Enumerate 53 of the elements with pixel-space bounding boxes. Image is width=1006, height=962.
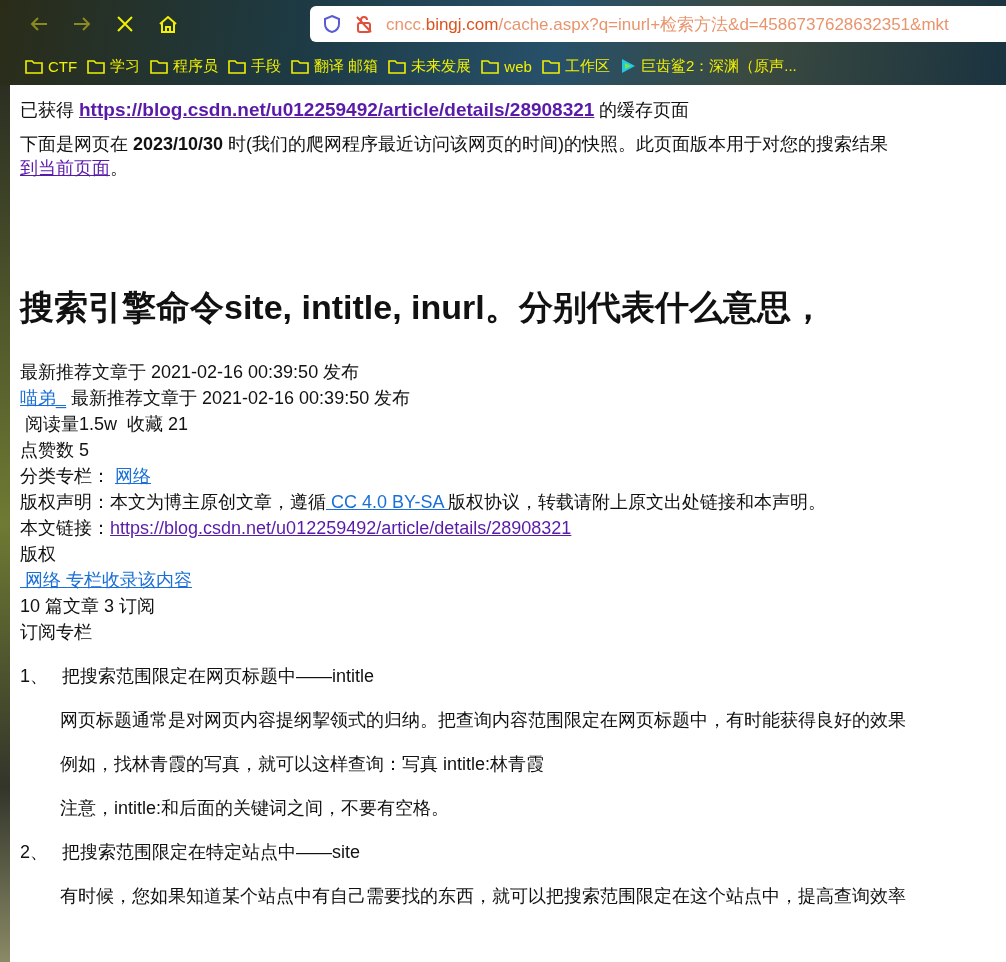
body-paragraph: 注意，intitle:和后面的关键词之间，不要有空格。: [60, 797, 451, 820]
folder-icon: [25, 58, 43, 74]
body-paragraph: 例如，找林青霞的写真，就可以这样查询：写真 intitle:林青霞: [60, 753, 546, 776]
meta-text: 点赞数 5: [20, 440, 89, 460]
bookmark-item[interactable]: 手段: [228, 56, 282, 76]
shield-icon: [322, 14, 342, 34]
bookmark-item[interactable]: web: [481, 57, 532, 75]
folder-icon: [291, 58, 310, 74]
section-number: 2、: [20, 841, 48, 864]
bookmark-item[interactable]: CTF: [25, 57, 78, 75]
period-text: 。: [110, 158, 128, 178]
meta-text: 订阅专栏: [20, 622, 92, 642]
snapshot-notice: 下面是网页在 2023/10/30 时(我们的爬网程序最近访问该网页的时间)的快照。此页面版本用于对您的搜索结果: [20, 133, 890, 156]
meta-text: 阅读量1.5w 收藏 21: [24, 414, 189, 434]
body-paragraph: 有时候，您如果知道某个站点中有自己需要找的东西，就可以把搜索范围限定在这个站点中，提高查询效率: [60, 885, 907, 908]
play-icon: [619, 58, 636, 74]
meta-text: 本文链接：: [20, 518, 110, 538]
meta-text: 版权协议，转载请附上原文出处链接和本声明。: [448, 492, 827, 512]
folder-icon: [541, 58, 560, 74]
body-paragraph: 网页标题通常是对网页内容提纲挈领式的归纳。把查询内容范围限定在网页标题中，有时能获得良好的效果: [60, 709, 907, 732]
meta-text: 分类专栏：: [20, 466, 111, 486]
address-bar[interactable]: cncc.bingj.com/cache.aspx?q=inurl+检索方法&d=4586737628632351&mkt: [310, 6, 1006, 42]
lock-crossed-icon: [354, 14, 374, 34]
folder-icon: [228, 58, 247, 74]
bookmark-item[interactable]: 程序员: [150, 56, 219, 76]
folder-icon: [87, 58, 106, 74]
meta-link[interactable]: 喵弟_: [20, 388, 66, 408]
bookmark-item[interactable]: 翻译 邮箱: [291, 56, 379, 76]
folder-icon: [481, 58, 500, 74]
current-page-link[interactable]: 到当前页面: [20, 158, 110, 178]
home-icon[interactable]: [157, 13, 179, 35]
bookmark-item[interactable]: 未来发展: [388, 56, 472, 76]
section-number: 1、: [20, 665, 48, 688]
meta-text: 最新推荐文章于 2021-02-16 00:39:50 发布: [20, 362, 360, 382]
section-heading: 把搜索范围限定在特定站点中——site: [62, 841, 361, 864]
meta-text: 版权声明：本文为博主原创文章，遵循: [20, 492, 326, 512]
meta-link[interactable]: 网络 专栏收录该内容: [20, 570, 192, 590]
bookmark-item[interactable]: 巨齿鲨2：深渊（原声...: [619, 56, 797, 76]
folder-icon: [150, 58, 169, 74]
meta-text: 最新推荐文章于 2021-02-16 00:39:50 发布: [70, 388, 411, 408]
article-title: 搜索引擎命令site, intitle, inurl。分别代表什么意思，: [20, 287, 826, 328]
bookmark-item[interactable]: 工作区: [541, 56, 610, 76]
cache-notice: 已获得 https://blog.csdn.net/u012259492/article/details/28908321 的缓存页面: [20, 98, 691, 122]
section-heading: 把搜索范围限定在网页标题中——intitle: [62, 665, 375, 688]
folder-icon: [388, 58, 407, 74]
cached-url-link[interactable]: https://blog.csdn.net/u012259492/article/details/28908321: [79, 99, 595, 120]
meta-link[interactable]: https://blog.csdn.net/u012259492/article/details/28908321: [110, 518, 572, 538]
meta-text: 版权: [20, 544, 56, 564]
meta-link[interactable]: 网络: [115, 466, 151, 486]
bookmark-item[interactable]: 学习: [87, 56, 141, 76]
url-text: cncc.bingj.com/cache.aspx?q=inurl+检索方法&d=4586737628632351&mkt: [386, 13, 949, 36]
meta-link[interactable]: CC 4.0 BY-SA: [326, 492, 449, 512]
meta-text: 10 篇文章 3 订阅: [20, 596, 156, 616]
